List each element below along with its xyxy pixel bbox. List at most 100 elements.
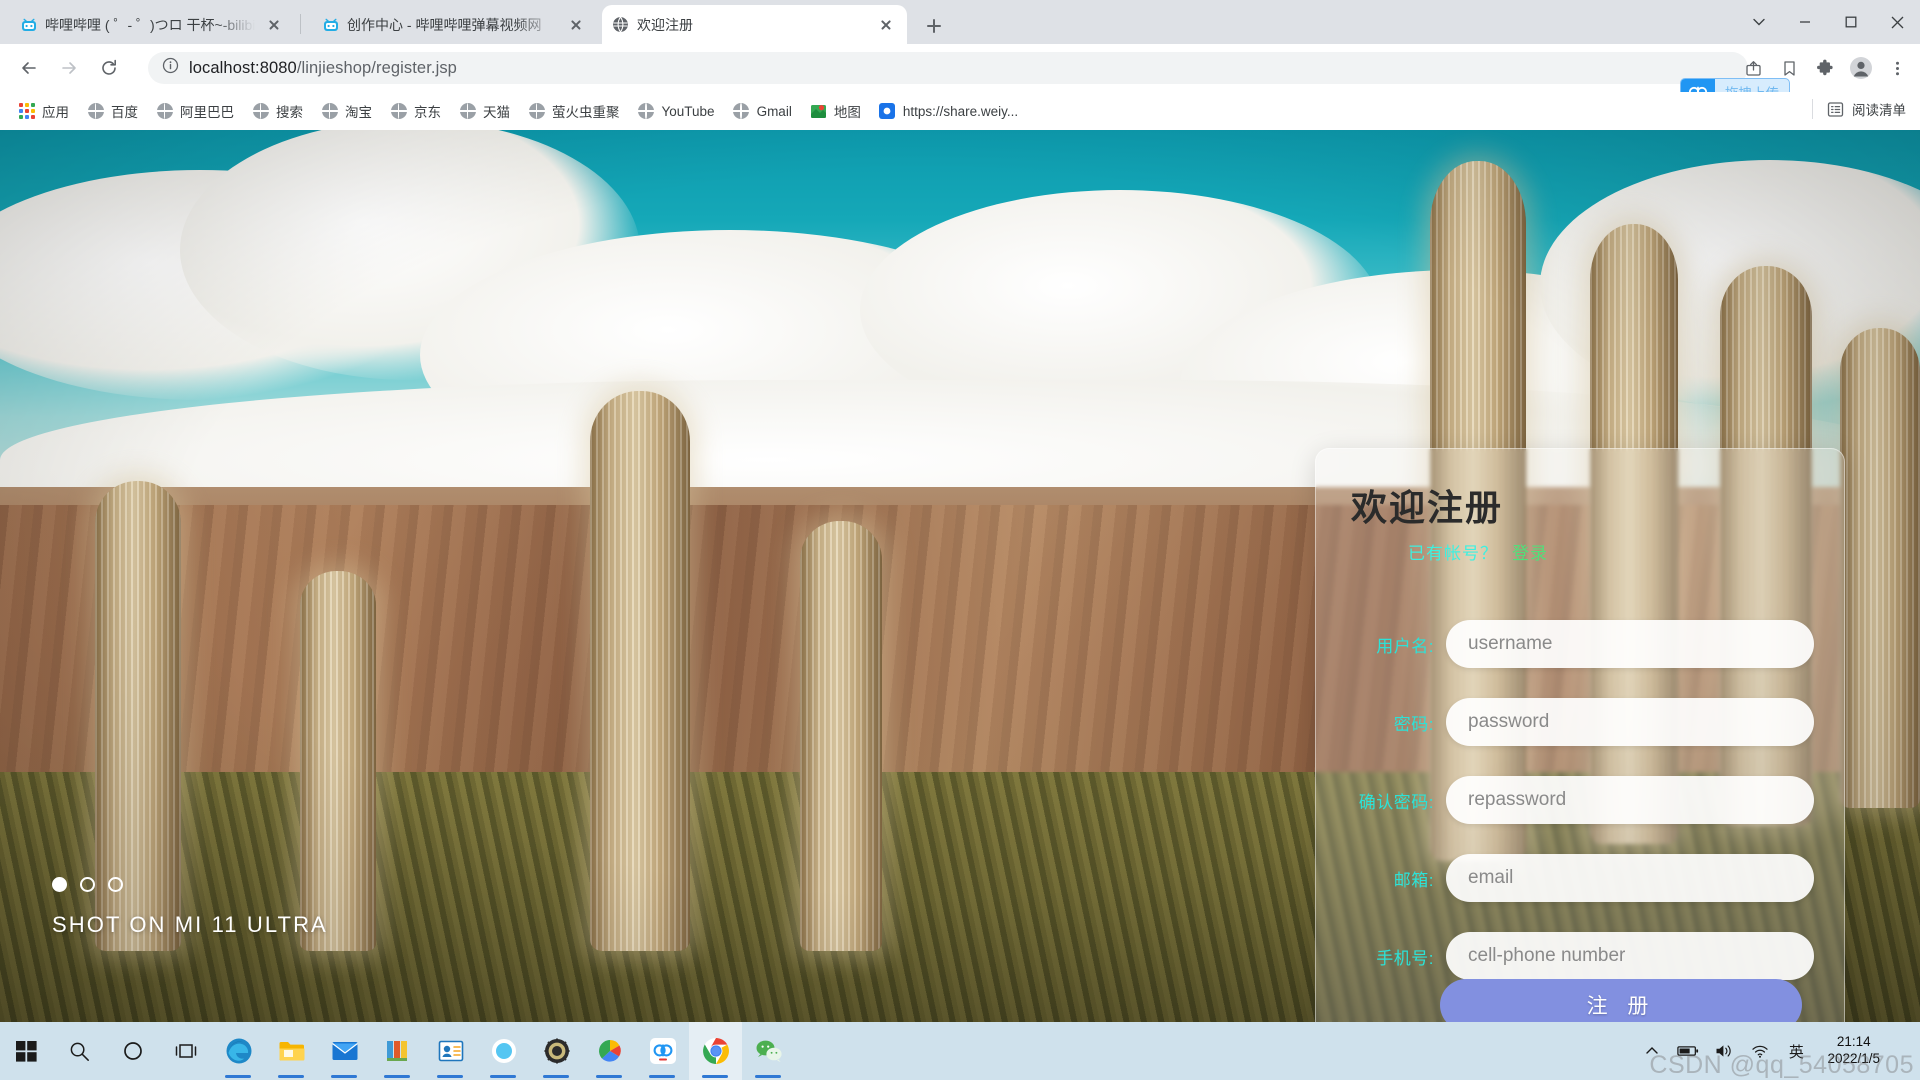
globe-icon [252,103,269,120]
bookmark-label: 京东 [414,105,441,120]
tab-strip: 哔哩哔哩 ( ゜- ゜)つロ 干杯~-bilibili 创作中心 - 哔哩哔哩弹… [0,0,1920,44]
bookmark-firefly[interactable]: 萤火虫重聚 [520,97,628,125]
bookmark-label: 地图 [833,105,861,120]
register-submit-button[interactable]: 注 册 [1440,979,1802,1022]
apps-grid-icon [18,103,35,120]
globe-icon [156,103,173,120]
bookmark-star-icon[interactable] [1772,51,1806,85]
close-icon[interactable] [263,14,285,36]
photos-icon[interactable] [583,1022,636,1080]
mail-icon[interactable] [318,1022,371,1080]
username-input[interactable] [1446,620,1814,668]
maximize-button[interactable] [1828,0,1874,44]
form-row-repassword: 确认密码: [1316,775,1844,825]
windows-taskbar: 英 21:14 2022/1/5 CSDN @qq_54058705 [0,1022,1920,1080]
bookmark-baidu[interactable]: 百度 [79,97,146,125]
books-icon[interactable] [371,1022,424,1080]
minimize-button[interactable] [1782,0,1828,44]
phone-input[interactable] [1446,932,1814,980]
bookmark-label: 淘宝 [345,105,372,120]
task-view-icon[interactable] [159,1022,212,1080]
reload-icon[interactable] [92,51,126,85]
globe-icon [528,103,545,120]
reading-list-icon [1827,101,1844,118]
globe-icon [612,16,629,33]
login-link[interactable]: 登录 [1512,544,1548,563]
bookmark-maps[interactable]: 地图 [802,97,869,125]
browser-toolbar: localhost:8080/linjieshop/register.jsp 拖… [0,44,1920,106]
bookmark-label: 百度 [111,105,138,120]
url-text: localhost:8080/linjieshop/register.jsp [189,59,457,78]
ime-indicator[interactable]: 英 [1785,1040,1807,1062]
file-explorer-icon[interactable] [265,1022,318,1080]
form-row-username: 用户名: [1316,619,1844,669]
bookmark-taobao[interactable]: 淘宝 [313,97,380,125]
web-page-content: SHOT ON MI 11 ULTRA 欢迎注册 已有帐号？ 登录 用户名: 密码… [0,130,1920,1022]
browser-tab-3-active[interactable]: 欢迎注册 [602,5,907,44]
bookmark-alibaba[interactable]: 阿里巴巴 [148,97,242,125]
baidu-netdisk-icon[interactable] [636,1022,689,1080]
bookmark-jd[interactable]: 京东 [382,97,449,125]
cortana-app-icon[interactable] [477,1022,530,1080]
divider [1812,99,1813,119]
edge-icon[interactable] [212,1022,265,1080]
windows-start-icon[interactable] [0,1022,53,1080]
carousel-dots[interactable] [52,877,328,892]
new-tab-button[interactable] [920,12,948,40]
carousel-dot-3[interactable] [108,877,123,892]
forward-arrow-icon[interactable] [52,51,86,85]
reading-list-button[interactable]: 阅读清单 [1812,99,1906,119]
wallpaper-caption: SHOT ON MI 11 ULTRA [52,877,328,938]
gear-emblem-icon[interactable] [530,1022,583,1080]
browser-tab-2[interactable]: 创作中心 - 哔哩哔哩弹幕视频网 [312,5,597,44]
carousel-dot-2[interactable] [80,877,95,892]
expand-chevron-icon[interactable] [1736,0,1782,44]
share-icon[interactable] [1736,51,1770,85]
wechat-icon[interactable] [742,1022,795,1080]
repassword-input[interactable] [1446,776,1814,824]
clock-time: 21:14 [1836,1034,1871,1050]
contacts-icon[interactable] [424,1022,477,1080]
bookmark-gmail[interactable]: Gmail [725,99,800,124]
close-icon[interactable] [565,14,587,36]
bookmarks-bar: 应用 百度 阿里巴巴 搜索 淘宝 京东 天猫 萤火虫重聚 YouTube Gma… [0,92,1920,130]
bookmark-apps[interactable]: 应用 [10,97,77,125]
carousel-dot-1[interactable] [52,877,67,892]
info-circle-icon[interactable] [162,57,179,79]
bookmark-share-weiy[interactable]: https://share.weiy... [871,99,1026,124]
profile-avatar-icon[interactable] [1844,51,1878,85]
back-arrow-icon[interactable] [12,51,46,85]
chevron-up-icon[interactable] [1641,1040,1663,1062]
bookmark-label: 应用 [42,105,69,120]
clock[interactable]: 21:14 2022/1/5 [1827,1034,1880,1068]
phone-label: 手机号: [1376,948,1434,968]
bookmark-label: 阿里巴巴 [180,105,234,120]
browser-tab-1[interactable]: 哔哩哔哩 ( ゜- ゜)つロ 干杯~-bilibili [10,5,295,44]
login-prompt: 已有帐号？ 登录 [1408,539,1548,564]
extensions-puzzle-icon[interactable] [1808,51,1842,85]
close-icon[interactable] [875,14,897,36]
wifi-icon[interactable] [1749,1040,1771,1062]
email-input[interactable] [1446,854,1814,902]
bookmark-youtube[interactable]: YouTube [630,99,723,124]
chrome-icon[interactable] [689,1022,742,1080]
password-label: 密码: [1393,714,1434,734]
url-path: /linjieshop/register.jsp [296,58,457,77]
search-icon[interactable] [53,1022,106,1080]
cortana-circle-icon[interactable] [106,1022,159,1080]
volume-icon[interactable] [1713,1040,1735,1062]
battery-icon[interactable] [1677,1040,1699,1062]
close-window-button[interactable] [1874,0,1920,44]
form-row-phone: 手机号: [1316,931,1844,981]
show-desktop-button[interactable] [1900,1022,1908,1080]
globe-icon [321,103,338,120]
globe-icon [638,103,655,120]
bookmark-search[interactable]: 搜索 [244,97,311,125]
bookmark-tmall[interactable]: 天猫 [451,97,518,125]
address-bar[interactable]: localhost:8080/linjieshop/register.jsp [148,52,1748,84]
more-menu-icon[interactable] [1880,51,1914,85]
blue-square-icon [879,103,896,120]
bilibili-icon [322,16,339,33]
bookmark-label: Gmail [756,103,792,119]
password-input[interactable] [1446,698,1814,746]
